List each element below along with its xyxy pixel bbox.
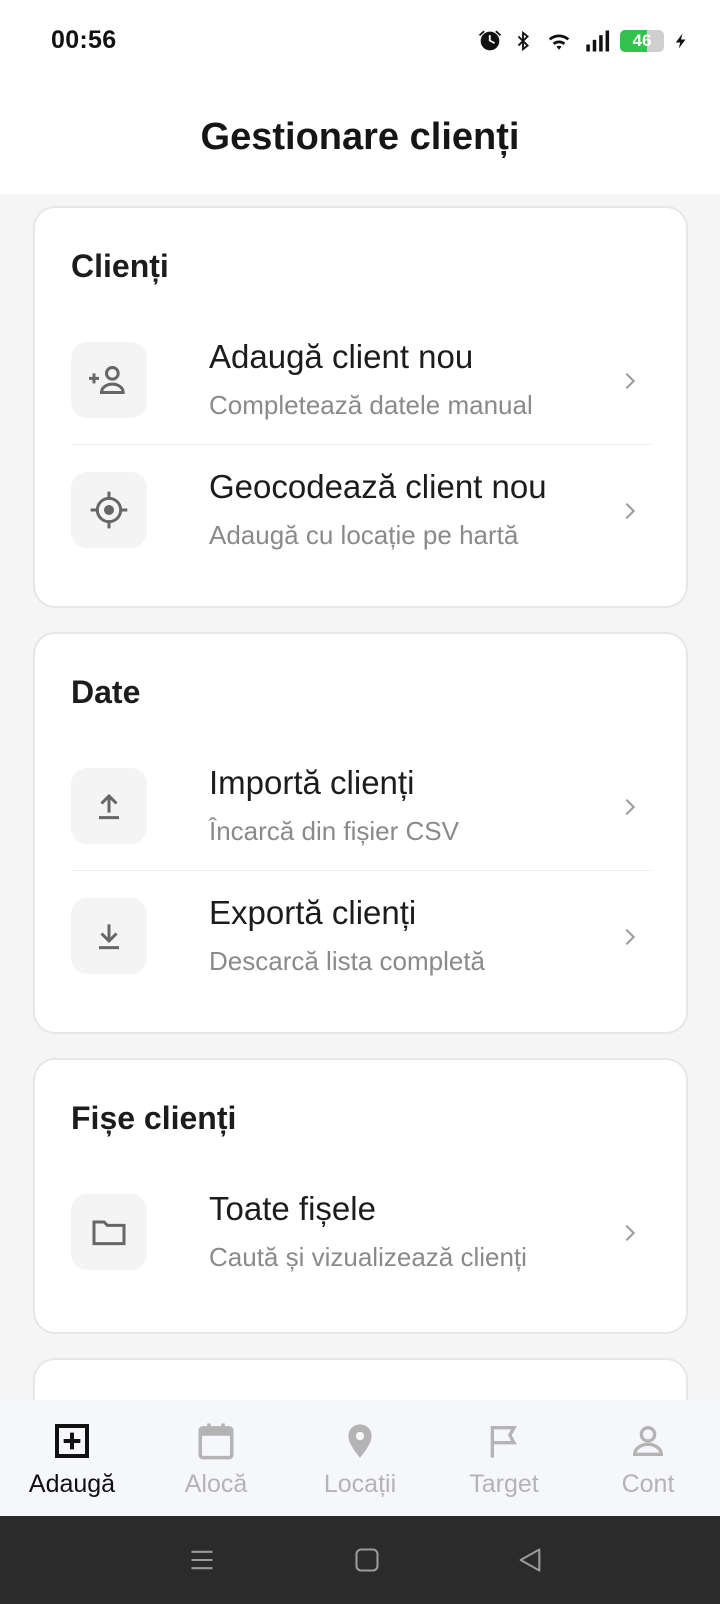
app-header: Gestionare clienți xyxy=(0,82,720,194)
nav-item-cont[interactable]: Cont xyxy=(576,1400,720,1516)
section-card-clienti: Clienți Adaugă client nou Completează da… xyxy=(33,206,688,608)
nav-label: Cont xyxy=(621,1470,675,1498)
chevron-right-icon xyxy=(625,502,636,520)
nav-item-target[interactable]: Target xyxy=(432,1400,576,1516)
system-nav-bar xyxy=(0,1516,720,1604)
battery-level: 46 xyxy=(632,31,652,50)
page-title: Gestionare clienți xyxy=(200,116,520,158)
row-subtitle: Caută și vizualizează clienți xyxy=(209,1242,527,1272)
bluetooth-icon xyxy=(517,30,529,52)
row-subtitle: Adaugă cu locație pe hartă xyxy=(209,520,519,550)
nav-item-aloca[interactable]: Alocă xyxy=(144,1400,288,1516)
back-icon[interactable] xyxy=(508,1538,552,1582)
flag-icon xyxy=(481,1418,527,1464)
section-title: Clienți xyxy=(71,248,169,284)
signal-icon xyxy=(586,30,610,52)
row-title: Exportă clienți xyxy=(209,894,417,931)
divider xyxy=(71,870,651,871)
row-title: Toate fișele xyxy=(209,1190,376,1227)
row-subtitle: Încarcă din fișier CSV xyxy=(209,816,459,846)
chevron-right-icon xyxy=(625,928,636,946)
upload-icon xyxy=(71,768,147,844)
nav-label: Target xyxy=(469,1470,539,1498)
location-pin-icon xyxy=(337,1418,383,1464)
divider xyxy=(71,444,651,445)
status-time: 00:56 xyxy=(51,26,117,54)
wifi-icon xyxy=(548,34,570,50)
nav-label: Adaugă xyxy=(28,1470,116,1498)
status-icons: 46 xyxy=(476,24,690,58)
person-icon xyxy=(625,1418,671,1464)
section-card-partial xyxy=(33,1358,688,1400)
add-client-row[interactable]: Adaugă client nou Completează datele man… xyxy=(71,330,651,446)
add-box-icon xyxy=(49,1418,95,1464)
battery-icon: 46 xyxy=(620,30,664,52)
menu-icon[interactable] xyxy=(180,1538,224,1582)
section-title: Fișe clienți xyxy=(71,1100,237,1136)
content-scroll-area[interactable]: Clienți Adaugă client nou Completează da… xyxy=(0,194,720,1400)
row-subtitle: Completează datele manual xyxy=(209,390,533,420)
nav-label: Locații xyxy=(323,1470,397,1498)
all-files-row[interactable]: Toate fișele Caută și vizualizează clien… xyxy=(71,1182,651,1298)
nav-label: Alocă xyxy=(184,1470,248,1498)
export-clients-row[interactable]: Exportă clienți Descarcă lista completă xyxy=(71,886,651,1002)
folder-icon xyxy=(71,1194,147,1270)
status-bar: 00:56 46 xyxy=(0,0,720,82)
download-icon xyxy=(71,898,147,974)
alarm-icon xyxy=(478,30,502,51)
target-location-icon xyxy=(71,472,147,548)
chevron-right-icon xyxy=(625,798,636,816)
add-person-icon xyxy=(71,342,147,418)
section-title: Date xyxy=(71,674,141,710)
charging-icon xyxy=(675,33,686,49)
section-card-fise-clienti: Fișe clienți Toate fișele Caută și vizua… xyxy=(33,1058,688,1334)
row-subtitle: Descarcă lista completă xyxy=(209,946,485,976)
import-clients-row[interactable]: Importă clienți Încarcă din fișier CSV xyxy=(71,756,651,872)
section-card-date: Date Importă clienți Încarcă din fișier … xyxy=(33,632,688,1034)
row-title: Geocodează client nou xyxy=(209,468,547,505)
geocode-client-row[interactable]: Geocodează client nou Adaugă cu locație … xyxy=(71,460,651,576)
chevron-right-icon xyxy=(625,1224,636,1242)
row-title: Importă clienți xyxy=(209,764,415,801)
home-icon[interactable] xyxy=(345,1538,389,1582)
chevron-right-icon xyxy=(625,372,636,390)
row-title: Adaugă client nou xyxy=(209,338,474,375)
calendar-icon xyxy=(193,1418,239,1464)
bottom-nav: Adaugă Alocă Locații Target Cont xyxy=(0,1400,720,1516)
nav-item-adauga[interactable]: Adaugă xyxy=(0,1400,144,1516)
nav-item-locatii[interactable]: Locații xyxy=(288,1400,432,1516)
